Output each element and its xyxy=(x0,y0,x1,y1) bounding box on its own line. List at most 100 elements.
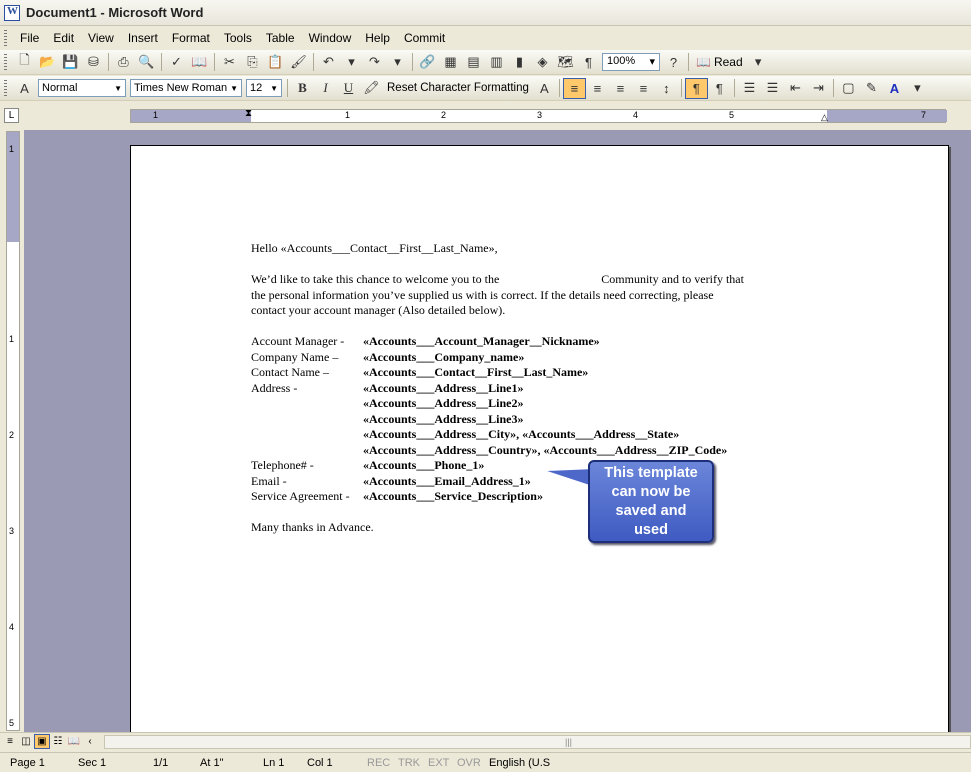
status-trk[interactable]: TRK xyxy=(398,757,420,769)
underline-icon[interactable]: U xyxy=(337,78,360,99)
border-icon[interactable]: ▢ xyxy=(837,78,860,99)
hyperlink-icon[interactable]: 🔗 xyxy=(416,52,439,73)
menu-help[interactable]: Help xyxy=(358,31,397,45)
merge-field-value: «Accounts___Address__Line2» xyxy=(363,396,524,410)
scroll-left-icon[interactable]: ‹ xyxy=(82,734,98,749)
font-color-icon[interactable]: A xyxy=(883,78,906,99)
redo-dropdown-icon[interactable]: ▾ xyxy=(386,52,409,73)
read-button[interactable]: 📖 Read xyxy=(692,55,747,69)
web-layout-icon[interactable]: ◫ xyxy=(18,734,34,749)
cut-icon[interactable]: ✂ xyxy=(218,52,241,73)
format-toolbar-grip-handle[interactable] xyxy=(4,80,7,96)
spelling-icon[interactable]: ✓ xyxy=(165,52,188,73)
print-layout-icon[interactable]: ▣ xyxy=(34,734,50,749)
horizontal-scroll-area: ≡ ◫ ▣ ☷ 📖 ‹ ||| xyxy=(0,732,971,750)
status-ovr[interactable]: OVR xyxy=(457,757,481,769)
align-left-icon[interactable]: ≡ xyxy=(562,77,586,99)
title-bar: Document1 - Microsoft Word xyxy=(0,0,971,26)
indent-marker-icon[interactable]: ⧗ xyxy=(245,108,252,119)
ruler-number: 7 xyxy=(921,110,927,120)
drawing-icon[interactable]: ◈ xyxy=(531,52,554,73)
align-right-icon[interactable]: ≡ xyxy=(609,78,632,99)
insert-table-icon[interactable]: ▤ xyxy=(462,52,485,73)
font-value: Times New Roman xyxy=(134,82,228,94)
zoom-select[interactable]: 100% ▾ xyxy=(602,53,660,71)
line-spacing-icon[interactable]: ↕ xyxy=(655,78,678,99)
menu-table[interactable]: Table xyxy=(259,31,302,45)
menu-window[interactable]: Window xyxy=(302,31,359,45)
menu-tools[interactable]: Tools xyxy=(217,31,259,45)
undo-icon[interactable]: ↶ xyxy=(317,52,340,73)
outline-view-icon[interactable]: ☷ xyxy=(50,734,66,749)
new-document-icon[interactable]: 🗋 xyxy=(13,52,36,73)
help-icon[interactable]: ? xyxy=(662,52,685,73)
bold-icon[interactable]: B xyxy=(291,78,314,99)
print-preview-icon[interactable]: 🔍 xyxy=(135,52,158,73)
intro-line-2: the personal information you’ve supplied… xyxy=(251,287,714,302)
justify-icon[interactable]: ≡ xyxy=(632,78,655,99)
save-icon[interactable]: 💾 xyxy=(59,52,82,73)
toolbar-options-icon[interactable]: ▾ xyxy=(906,78,929,99)
copy-icon[interactable]: ⎘ xyxy=(241,52,264,73)
merge-field-label: Email - xyxy=(251,473,287,488)
ruler-number: 1 xyxy=(9,334,15,344)
normal-view-icon[interactable]: ≡ xyxy=(2,734,18,749)
right-indent-marker-icon[interactable]: △ xyxy=(821,112,828,123)
columns-icon[interactable]: ▮ xyxy=(508,52,531,73)
status-position: At 1" xyxy=(200,757,224,769)
horizontal-scrollbar[interactable]: ||| xyxy=(104,735,971,749)
toolbar-options-icon[interactable]: ▾ xyxy=(747,52,770,73)
menu-format[interactable]: Format xyxy=(165,31,217,45)
vertical-ruler[interactable]: 1 1 2 3 4 5 xyxy=(6,131,20,731)
menu-edit[interactable]: Edit xyxy=(46,31,81,45)
insert-excel-icon[interactable]: ▥ xyxy=(485,52,508,73)
show-hide-icon[interactable]: ¶ xyxy=(577,52,600,73)
scroll-thumb[interactable]: ||| xyxy=(565,737,572,747)
tab-selector[interactable]: L xyxy=(4,108,19,123)
horizontal-ruler[interactable]: 1 1 2 3 4 5 7 ⧗ △ xyxy=(130,108,947,123)
menu-view[interactable]: View xyxy=(81,31,121,45)
font-select[interactable]: Times New Roman ▼ xyxy=(130,79,242,97)
status-page-count: 1/1 xyxy=(153,757,169,769)
menu-grip-handle[interactable] xyxy=(4,30,7,46)
styles-pane-icon[interactable]: A xyxy=(13,78,36,99)
increase-indent-icon[interactable]: ⇥ xyxy=(807,78,830,99)
toolbar-grip-handle[interactable] xyxy=(4,54,7,70)
word-app-icon[interactable] xyxy=(4,4,20,21)
menu-file[interactable]: File xyxy=(13,31,46,45)
menu-commit[interactable]: Commit xyxy=(397,31,452,45)
research-icon[interactable]: 📖 xyxy=(188,52,211,73)
rtl-paragraph-icon[interactable]: ¶ xyxy=(708,78,731,99)
reading-layout-icon[interactable]: 📖 xyxy=(66,734,82,749)
align-center-icon[interactable]: ≡ xyxy=(586,78,609,99)
ruler-number: 3 xyxy=(9,526,15,536)
document-workspace: Hello «Accounts___Contact__First__Last_N… xyxy=(24,130,971,745)
open-folder-icon[interactable]: 📂 xyxy=(36,52,59,73)
redo-icon[interactable]: ↷ xyxy=(363,52,386,73)
font-size-select[interactable]: 12 ▼ xyxy=(246,79,282,97)
undo-dropdown-icon[interactable]: ▾ xyxy=(340,52,363,73)
reset-character-formatting-button[interactable]: Reset Character Formatting xyxy=(383,82,533,94)
bullets-icon[interactable]: ☰ xyxy=(761,78,784,99)
document-map-icon[interactable]: 🗺 xyxy=(554,52,577,73)
permission-icon[interactable]: ⛁ xyxy=(82,52,105,73)
italic-icon[interactable]: I xyxy=(314,78,337,99)
ltr-paragraph-icon[interactable]: ¶ xyxy=(684,77,708,99)
numbering-icon[interactable]: ☰ xyxy=(738,78,761,99)
chevron-down-icon: ▼ xyxy=(270,83,278,93)
merge-field-row: «Accounts___Address__Line3» xyxy=(251,412,744,428)
status-ext[interactable]: EXT xyxy=(428,757,449,769)
format-painter-icon[interactable]: 🖌 xyxy=(287,52,310,73)
paste-icon[interactable]: 📋 xyxy=(264,52,287,73)
merge-field-row: Address - «Accounts___Address__Line1» xyxy=(251,381,744,397)
menu-insert[interactable]: Insert xyxy=(121,31,165,45)
eraser-icon[interactable]: 🖍 xyxy=(360,78,383,99)
styles-formatting-icon[interactable]: A xyxy=(533,78,556,99)
print-icon[interactable]: ⎙ xyxy=(112,52,135,73)
document-page[interactable]: Hello «Accounts___Contact__First__Last_N… xyxy=(130,145,949,745)
style-select[interactable]: Normal ▼ xyxy=(38,79,126,97)
status-rec[interactable]: REC xyxy=(367,757,390,769)
highlight-icon[interactable]: ✎ xyxy=(860,78,883,99)
tables-borders-icon[interactable]: ▦ xyxy=(439,52,462,73)
decrease-indent-icon[interactable]: ⇤ xyxy=(784,78,807,99)
